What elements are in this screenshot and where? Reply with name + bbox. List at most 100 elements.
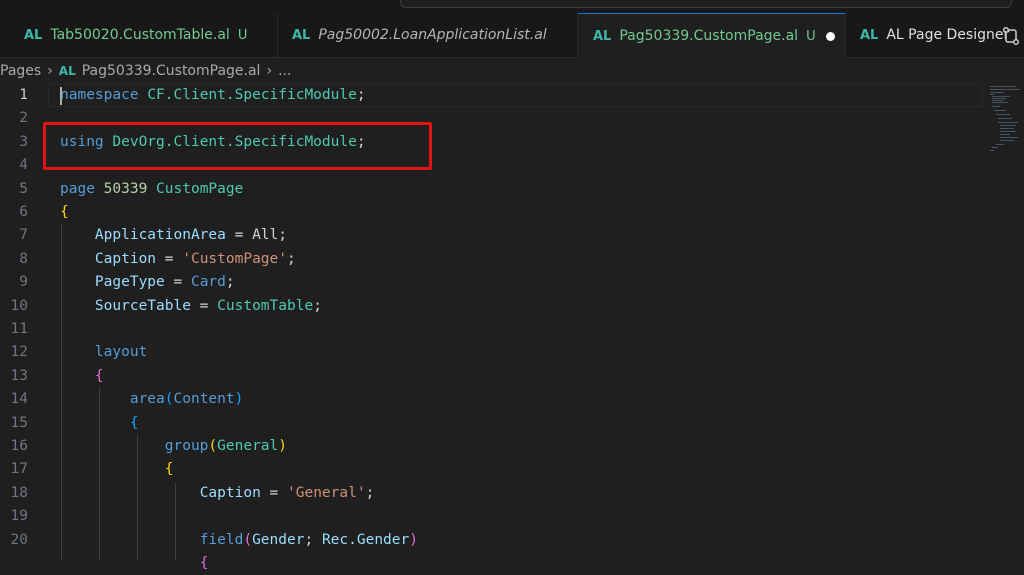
- line-number: 19: [10, 508, 28, 525]
- editor-tab-bar: AL Tab50020.CustomTable.al U AL Pag50002…: [0, 13, 1024, 58]
- code-editor[interactable]: 1 2 3 4 5 6 7 8 9 10 11 12 13 14 15 16 1…: [0, 84, 1024, 571]
- identifier-token: CustomPage: [156, 180, 244, 197]
- tab-label: AL Page Designer: [886, 27, 1010, 43]
- tab-label: Pag50002.LoanApplicationList.al: [318, 27, 547, 43]
- minimap-line: [1000, 137, 1018, 138]
- paren-token: ): [409, 531, 418, 548]
- minimap-line: [992, 100, 1004, 101]
- tab-loan-application-list[interactable]: AL Pag50002.LoanApplicationList.al: [278, 13, 578, 57]
- code-line-15: {: [60, 412, 139, 435]
- al-file-icon: AL: [24, 27, 43, 43]
- title-bar: [0, 0, 1024, 13]
- tab-al-page-designer[interactable]: AL AL Page Designer: [846, 13, 1009, 57]
- line-number: 20: [10, 531, 28, 548]
- punctuation-token: ;: [225, 274, 235, 291]
- minimap-line: [990, 86, 1016, 87]
- line-number: 2: [19, 110, 28, 127]
- operator-token: =: [190, 297, 218, 314]
- minimap-line: [990, 92, 1004, 93]
- paren-token: ): [234, 391, 244, 408]
- punctuation-token: ;: [356, 87, 366, 103]
- source-control-compare-icon[interactable]: [1001, 26, 1021, 46]
- keyword-token: area: [129, 391, 165, 408]
- code-line-14: area(Content): [60, 388, 244, 411]
- brace-token: {: [60, 204, 69, 220]
- code-line-6: {: [60, 201, 69, 224]
- code-line-17: {: [60, 458, 174, 481]
- al-file-icon: AL: [593, 28, 612, 44]
- minimap-line: [992, 102, 1008, 103]
- code-line-5: page 50339 CustomPage: [60, 178, 243, 201]
- number-token: 50339: [103, 180, 148, 197]
- minimap-line: [1000, 125, 1016, 126]
- argument-token: Content: [173, 391, 235, 408]
- punctuation-token: ;: [278, 227, 288, 244]
- line-number: 15: [10, 414, 28, 431]
- minimap[interactable]: [985, 84, 1024, 560]
- punctuation-token: ;: [287, 250, 296, 267]
- paren-token: (: [208, 438, 218, 454]
- operator-token: =: [164, 274, 191, 291]
- line-number: 13: [10, 367, 28, 384]
- chevron-right-icon: ›: [47, 63, 53, 79]
- property-token: Caption: [94, 250, 157, 267]
- line-number: 17: [10, 461, 28, 478]
- code-line-12: layout: [60, 341, 147, 364]
- value-token: Card: [190, 274, 226, 291]
- argument-token: Gender: [252, 531, 305, 548]
- line-number: 10: [10, 297, 28, 314]
- brace-token: {: [129, 414, 139, 431]
- tab-custom-page[interactable]: AL Pag50339.CustomPage.al U: [578, 13, 846, 58]
- al-file-icon: AL: [58, 64, 76, 78]
- breadcrumb-symbols[interactable]: ...: [278, 63, 291, 79]
- untracked-badge: U: [237, 27, 248, 43]
- minimap-line: [996, 144, 1004, 145]
- operator-token: =: [225, 227, 253, 244]
- al-file-icon: AL: [292, 27, 311, 43]
- code-line-13: {: [60, 365, 104, 388]
- string-token: 'CustomPage': [182, 250, 287, 267]
- breadcrumb-folder[interactable]: Pages: [0, 63, 41, 79]
- minimap-line: [994, 110, 1006, 111]
- chevron-right-icon: ›: [266, 63, 273, 79]
- line-number: 12: [10, 344, 28, 361]
- punctuation-token: ;: [313, 297, 322, 314]
- operator-token: =: [260, 484, 287, 501]
- tab-custom-table[interactable]: AL Tab50020.CustomTable.al U: [0, 13, 278, 57]
- property-token: SourceTable: [94, 297, 191, 314]
- minimap-line: [990, 150, 994, 151]
- keyword-token: namespace: [60, 87, 139, 103]
- command-center[interactable]: [400, 0, 1012, 8]
- breadcrumb: Pages › AL Pag50339.CustomPage.al › ...: [0, 58, 1024, 84]
- unsaved-dot-icon[interactable]: [825, 31, 835, 41]
- brace-token: {: [164, 461, 174, 478]
- line-number: 3: [19, 133, 28, 150]
- code-line-20: field(Gender; Rec.Gender): [60, 529, 418, 552]
- minimap-line: [992, 106, 1000, 107]
- breadcrumb-file[interactable]: Pag50339.CustomPage.al: [82, 63, 261, 79]
- brace-token: {: [94, 367, 104, 384]
- line-number: 4: [19, 157, 28, 174]
- untracked-badge: U: [806, 28, 816, 44]
- keyword-token: layout: [94, 344, 148, 361]
- line-number: 1: [19, 87, 28, 103]
- minimap-line: [998, 122, 1018, 123]
- line-number: 5: [19, 180, 28, 197]
- code-line-18: Caption = 'General';: [60, 482, 375, 505]
- code-line-10: SourceTable = CustomTable;: [60, 295, 322, 318]
- paren-token: (: [164, 391, 174, 408]
- text-cursor: [60, 87, 62, 105]
- minimap-line: [990, 94, 994, 95]
- minimap-line: [992, 98, 1006, 99]
- keyword-token: field: [199, 531, 244, 548]
- minimap-line: [1000, 140, 1014, 141]
- minimap-line: [992, 147, 998, 148]
- highlight-annotation-box: [43, 122, 432, 170]
- line-number: 7: [19, 227, 28, 244]
- value-token: All: [252, 227, 279, 244]
- al-file-icon: AL: [860, 27, 879, 43]
- argument-token: General: [217, 438, 279, 454]
- code-line-8: Caption = 'CustomPage';: [60, 248, 296, 271]
- code-line-16: group(General): [60, 435, 287, 458]
- minimap-line: [990, 89, 1020, 90]
